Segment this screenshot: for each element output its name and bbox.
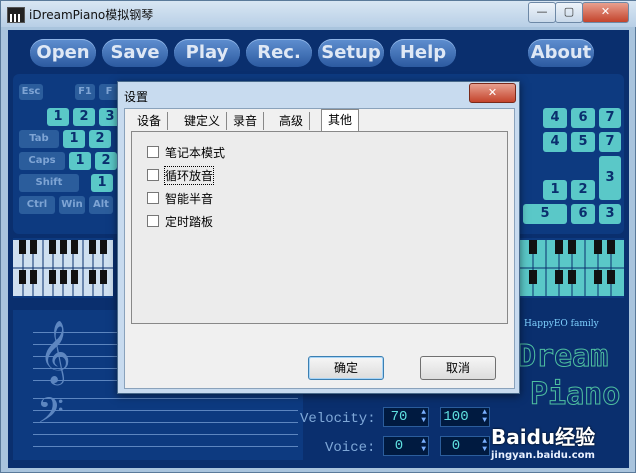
key-tab[interactable]: Tab [19, 130, 59, 148]
note-key[interactable]: 1 [91, 174, 113, 192]
note-key[interactable]: 2 [95, 152, 117, 170]
key-shift[interactable]: Shift [19, 174, 79, 192]
spin-arrows-icon[interactable]: ▲ ▼ [421, 409, 426, 425]
close-icon: ✕ [600, 5, 611, 18]
watermark-logo: Baidu经验 [491, 425, 596, 449]
close-icon: ✕ [487, 86, 498, 99]
tab-device[interactable]: 设备 [131, 112, 169, 130]
nav-save-button[interactable]: Save [102, 39, 168, 67]
note-key[interactable]: 1 [543, 180, 567, 200]
tab-recording[interactable]: 录音 [227, 112, 265, 130]
dialog-body: 设备 键定义 录音 高级 其他 笔记本模式 循环放音 智能半音 定时踏板 [124, 108, 515, 389]
minimize-button[interactable]: — [528, 2, 556, 23]
tab-panel-other: 笔记本模式 循环放音 智能半音 定时踏板 [131, 131, 508, 324]
title-bar: iDreamPiano模拟钢琴 — ▢ ✕ [1, 1, 636, 27]
note-key[interactable]: 7 [599, 108, 621, 128]
close-button[interactable]: ✕ [582, 2, 629, 23]
note-key[interactable]: 7 [599, 132, 621, 152]
maximize-icon: ▢ [563, 5, 575, 18]
voice2-value: 0 [451, 438, 461, 454]
option-label: 笔记本模式 [165, 146, 226, 160]
note-key[interactable]: 2 [571, 180, 595, 200]
tab-advanced[interactable]: 高级 [273, 112, 311, 130]
checkbox[interactable] [147, 169, 159, 181]
ok-button[interactable]: 确定 [308, 356, 384, 380]
key-f2[interactable]: F [99, 84, 119, 100]
key-ctrl[interactable]: Ctrl [19, 196, 55, 214]
tab-key-definition[interactable]: 键定义 [178, 112, 228, 130]
nav-help-button[interactable]: Help [390, 39, 456, 67]
checkbox[interactable] [147, 146, 159, 158]
note-key[interactable]: 1 [47, 108, 69, 126]
key-esc[interactable]: Esc [19, 84, 43, 100]
dialog-title: 设置 [124, 90, 149, 104]
nav-setup-button[interactable]: Setup [318, 39, 384, 67]
velocity-stepper[interactable]: 70 ▲ ▼ [383, 407, 429, 427]
checkbox[interactable] [147, 192, 159, 204]
note-key[interactable]: 4 [543, 132, 567, 152]
piano-keys-left[interactable] [13, 238, 113, 298]
key-f1[interactable]: F1 [75, 84, 95, 100]
piano-keys-right-graphic [520, 240, 624, 296]
nav-rec-button[interactable]: Rec. [246, 39, 312, 67]
treble-clef-icon: 𝄞 [39, 320, 71, 383]
note-key[interactable]: 2 [89, 130, 111, 148]
key-alt[interactable]: Alt [89, 196, 113, 214]
spin-arrows-icon[interactable]: ▲ ▼ [482, 438, 487, 454]
velocity-label: Velocity: [300, 411, 376, 427]
settings-dialog: 设置 ✕ 设备 键定义 录音 高级 其他 笔记本模式 循环放音 智能半音 定时踏… [117, 81, 520, 394]
voice2-stepper[interactable]: 0 ▲ ▼ [440, 436, 490, 456]
nav-open-button[interactable]: Open [30, 39, 96, 67]
velocity-max-value: 100 [443, 409, 469, 425]
dialog-close-button[interactable]: ✕ [469, 83, 516, 103]
note-key[interactable]: 6 [571, 204, 595, 224]
watermark: Baidu经验 jingyan.baidu.com [491, 421, 631, 471]
option-label: 循环放音 [163, 166, 215, 185]
voice-value: 0 [394, 438, 404, 454]
minimize-icon: — [536, 5, 548, 18]
option-label: 智能半音 [165, 192, 214, 206]
maximize-button[interactable]: ▢ [555, 2, 583, 23]
note-key[interactable]: 6 [571, 108, 595, 128]
nav-play-button[interactable]: Play [174, 39, 240, 67]
brand-dream: Dream [517, 339, 609, 375]
checkbox[interactable] [147, 215, 159, 227]
note-key[interactable]: 5 [571, 132, 595, 152]
option-label: 定时踏板 [165, 215, 214, 229]
note-key[interactable]: 1 [63, 130, 85, 148]
velocity-max-stepper[interactable]: 100 ▲ ▼ [440, 407, 490, 427]
note-key[interactable]: 2 [73, 108, 95, 126]
velocity-value: 70 [390, 409, 408, 425]
key-caps[interactable]: Caps [19, 152, 65, 170]
voice-label: Voice: [325, 440, 376, 456]
brand-family: HappyEO family [524, 319, 599, 329]
app-window: iDreamPiano模拟钢琴 — ▢ ✕ Open Save Play Rec… [0, 0, 636, 473]
note-key[interactable]: 5 [523, 204, 567, 224]
key-win[interactable]: Win [59, 196, 85, 214]
watermark-url: jingyan.baidu.com [491, 450, 595, 461]
app-icon [7, 7, 25, 23]
note-key[interactable]: 3 [599, 156, 621, 200]
voice-stepper[interactable]: 0 ▲ ▼ [383, 436, 429, 456]
tab-other[interactable]: 其他 [321, 109, 360, 132]
note-key[interactable]: 4 [543, 108, 567, 128]
nav-about-button[interactable]: About [528, 39, 594, 67]
bass-clef-icon: 𝄢 [37, 390, 65, 439]
window-title: iDreamPiano模拟钢琴 [29, 8, 154, 22]
piano-keys-left-graphic [13, 240, 113, 296]
note-key[interactable]: 1 [69, 152, 91, 170]
spin-arrows-icon[interactable]: ▲ ▼ [421, 438, 426, 454]
piano-keys-right[interactable] [520, 238, 624, 298]
spin-arrows-icon[interactable]: ▲ ▼ [482, 409, 487, 425]
cancel-button[interactable]: 取消 [420, 356, 496, 380]
brand-piano: Piano [529, 377, 621, 413]
note-key[interactable]: 3 [599, 204, 621, 224]
